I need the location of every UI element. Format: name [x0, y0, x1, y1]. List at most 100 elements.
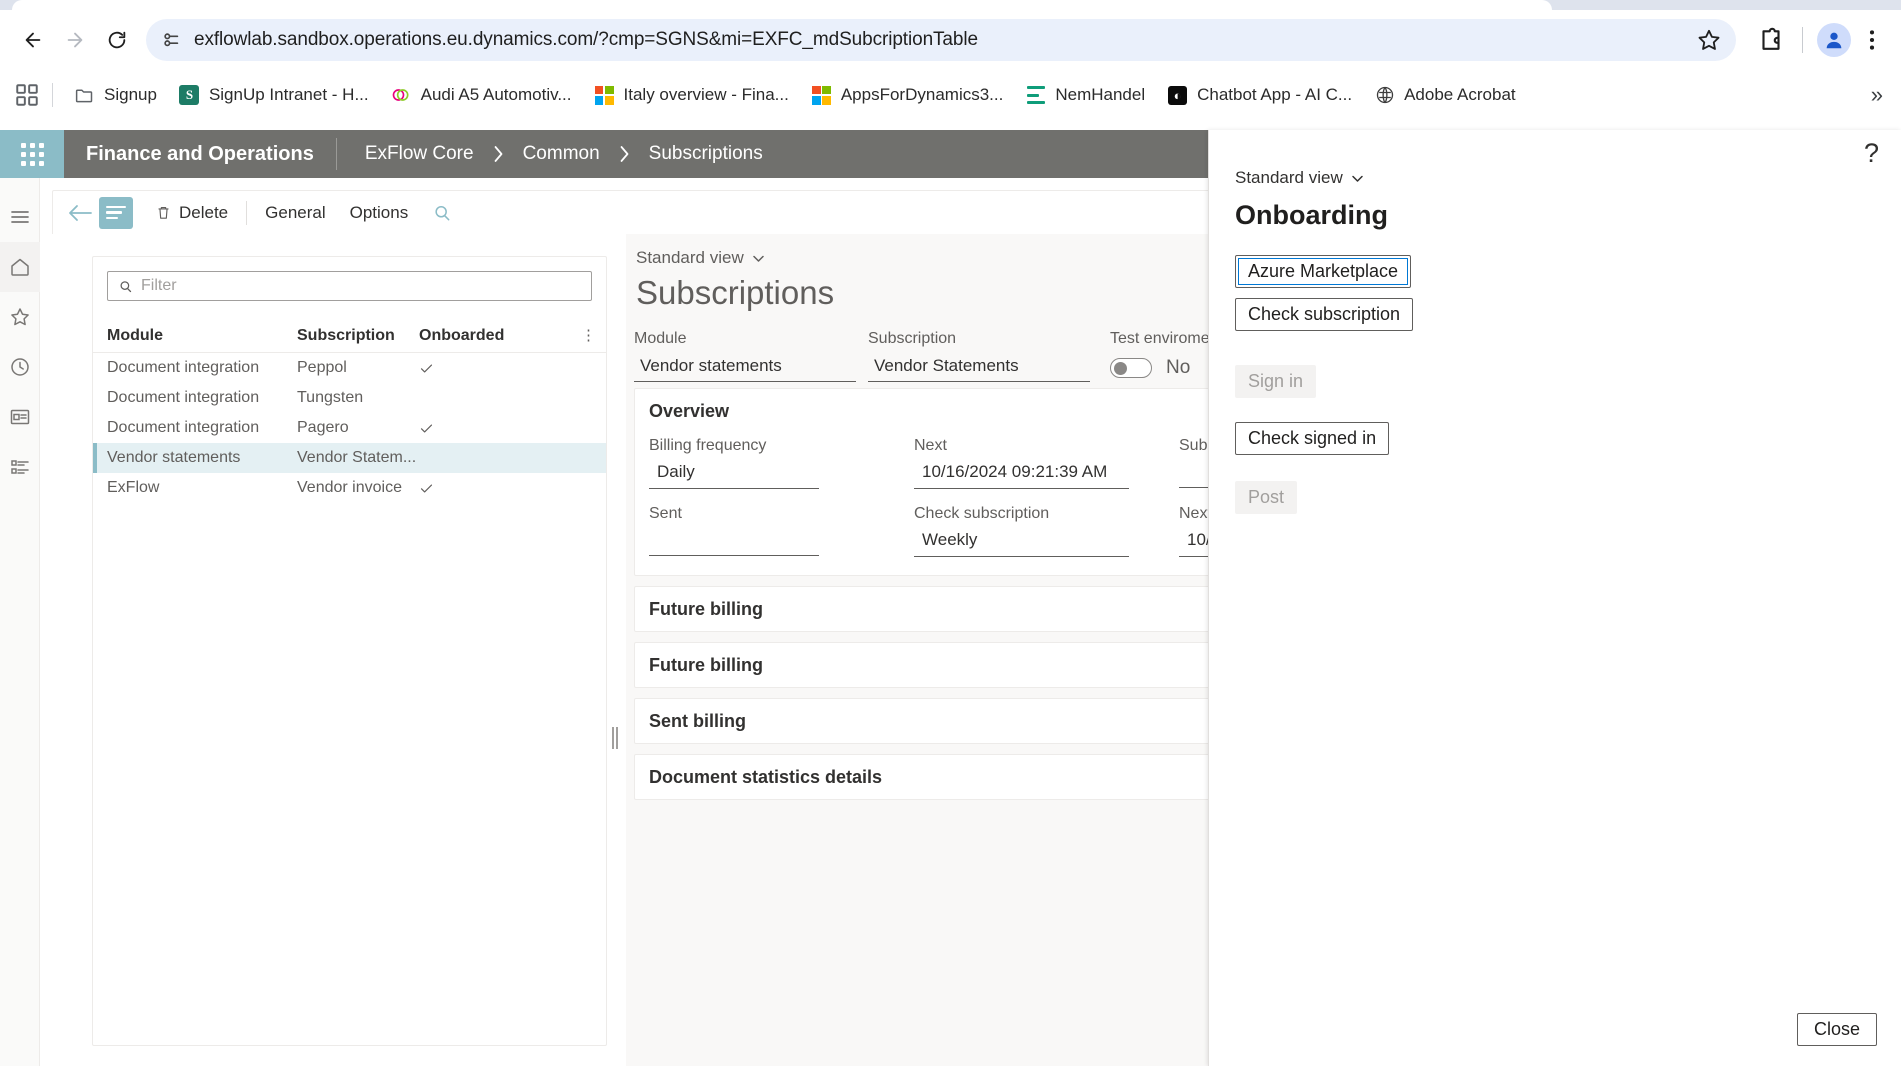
azure-marketplace-button[interactable]: Azure Marketplace [1235, 255, 1412, 288]
back-arrow-icon [25, 32, 41, 48]
bookmark-italy-overview[interactable]: Italy overview - Fina... [585, 78, 798, 112]
side-panel-view-label: Standard view [1235, 168, 1343, 187]
breadcrumb: ExFlow Core Common Subscriptions [337, 143, 763, 165]
show-list-button[interactable] [99, 196, 133, 229]
help-icon[interactable]: ? [1864, 138, 1879, 169]
bookmark-star-icon[interactable] [1696, 27, 1722, 53]
back-button[interactable] [12, 19, 54, 61]
tab-general[interactable]: General [253, 197, 337, 229]
sign-in-button[interactable]: Sign in [1235, 365, 1317, 398]
test-environment-toggle[interactable] [1110, 358, 1152, 378]
sidebar-item-favorites[interactable] [0, 292, 40, 342]
table-row[interactable]: Document integration Pagero [93, 413, 606, 443]
extensions-puzzle-icon[interactable] [1756, 25, 1786, 55]
sidebar-item-home[interactable] [0, 242, 40, 292]
site-settings-icon[interactable] [160, 29, 182, 51]
column-options-icon[interactable]: ⋮ [581, 328, 596, 343]
apps-grid-icon[interactable] [14, 82, 40, 108]
audi-icon [391, 85, 412, 106]
address-bar[interactable]: exflowlab.sandbox.operations.eu.dynamics… [146, 19, 1736, 61]
forward-arrow-icon [67, 32, 83, 48]
show-list-icon [106, 205, 126, 220]
test-environment-toggle-wrap: No [1110, 353, 1223, 379]
field-module: Module Vendor statements [634, 330, 856, 382]
reload-button[interactable] [96, 19, 138, 61]
check-subscription-input[interactable]: Weekly [914, 527, 1129, 557]
sidebar-item-menu[interactable] [0, 192, 40, 242]
browser-toolbar: exflowlab.sandbox.operations.eu.dynamics… [0, 10, 1901, 70]
filter-placeholder: Filter [141, 277, 177, 294]
form-back-button[interactable] [61, 197, 99, 229]
bookmark-nemhandel[interactable]: NemHandel [1016, 78, 1154, 112]
sent-input[interactable] [649, 527, 819, 556]
side-panel-content: Standard view Onboarding Azure Marketpla… [1209, 130, 1901, 514]
cell-module: Vendor statements [107, 449, 241, 466]
post-button[interactable]: Post [1235, 481, 1298, 514]
sidebar-item-modules[interactable] [0, 442, 40, 492]
bookmarks-overflow-button[interactable]: » [1871, 82, 1883, 108]
three-dot-menu-icon[interactable] [1859, 25, 1885, 55]
folder-icon [74, 85, 95, 106]
bookmark-signup-intranet[interactable]: S SignUp Intranet - H... [170, 78, 378, 112]
column-header-module[interactable]: Module [107, 327, 297, 345]
table-row[interactable]: Document integration Tungsten [93, 383, 606, 413]
column-header-subscription[interactable]: Subscription [297, 327, 419, 345]
field-billing-frequency: Billing frequency Daily [649, 437, 914, 489]
sidebar-item-recent[interactable] [0, 342, 40, 392]
action-pane: Delete General Options [52, 190, 1232, 234]
bookmark-label: Audi A5 Automotiv... [420, 85, 572, 104]
next-billing-input[interactable]: 10/16/2024 09:21:39 AM [914, 459, 1129, 489]
chevron-down-icon [752, 255, 764, 262]
bookmark-label: SignUp Intranet - H... [208, 85, 369, 104]
close-button[interactable]: Close [1796, 1013, 1877, 1046]
billing-frequency-input[interactable]: Daily [649, 459, 819, 489]
breadcrumb-item-subscriptions[interactable]: Subscriptions [649, 143, 763, 165]
field-label: Billing frequency [649, 437, 767, 454]
field-label: Check subscription [914, 505, 1050, 522]
app-title: Finance and Operations [86, 142, 314, 165]
delete-button[interactable]: Delete [143, 197, 240, 229]
check-signed-in-button[interactable]: Check signed in [1235, 422, 1390, 455]
check-subscription-button[interactable]: Check subscription [1235, 298, 1414, 331]
toggle-value-label: No [1166, 357, 1191, 378]
action-pane-search-button[interactable] [420, 203, 464, 223]
sidebar-item-workspaces[interactable] [0, 392, 40, 442]
bookmark-chatbot-app[interactable]: ◐ Chatbot App - AI C... [1158, 78, 1361, 112]
forward-button[interactable] [54, 19, 96, 61]
field-subscription: Subscription Vendor Statements [868, 330, 1090, 382]
bookmarks-bar: Signup S SignUp Intranet - H... Audi A5 … [0, 70, 1901, 120]
table-row-selected[interactable]: Vendor statements Vendor Statem... [93, 443, 606, 473]
app-launcher-button[interactable] [0, 130, 64, 178]
chevron-right-icon [618, 144, 631, 164]
bookmark-signup[interactable]: Signup [65, 78, 166, 112]
field-next-billing: Next 10/16/2024 09:21:39 AM [914, 437, 1179, 489]
field-label: Test enviroment [1110, 330, 1223, 347]
subscription-input[interactable]: Vendor Statements [868, 353, 1090, 382]
panel-splitter[interactable] [612, 727, 618, 749]
breadcrumb-item-exflow-core[interactable]: ExFlow Core [365, 143, 474, 165]
column-header-onboarded[interactable]: Onboarded [419, 327, 549, 345]
url-text[interactable]: exflowlab.sandbox.operations.eu.dynamics… [194, 29, 1696, 51]
microsoft-icon [594, 85, 615, 106]
profile-button[interactable] [1817, 23, 1851, 57]
bookmark-appsfordynamics[interactable]: AppsForDynamics3... [802, 78, 1013, 112]
bookmark-label: Italy overview - Fina... [623, 85, 789, 104]
side-panel-view-selector[interactable]: Standard view [1235, 168, 1901, 188]
cell-subscription: Pagero [297, 419, 349, 436]
bookmark-audi[interactable]: Audi A5 Automotiv... [382, 78, 581, 112]
tab-options[interactable]: Options [338, 197, 421, 229]
module-input[interactable]: Vendor statements [634, 353, 856, 382]
subscriptions-table: Module Subscription Onboarded ⋮ Document… [93, 319, 606, 503]
cell-onboarded [419, 361, 549, 376]
breadcrumb-item-common[interactable]: Common [523, 143, 600, 165]
cell-module: Document integration [107, 359, 260, 376]
table-row[interactable]: Document integration Peppol [93, 353, 606, 383]
toggle-knob-icon [1114, 361, 1127, 375]
bookmark-adobe-acrobat[interactable]: Adobe Acrobat [1365, 78, 1525, 112]
table-row[interactable]: ExFlow Vendor invoice [93, 473, 606, 503]
active-tab[interactable] [12, 0, 1552, 10]
chatbot-icon: ◐ [1167, 85, 1188, 106]
filter-input[interactable]: Filter [107, 271, 592, 301]
